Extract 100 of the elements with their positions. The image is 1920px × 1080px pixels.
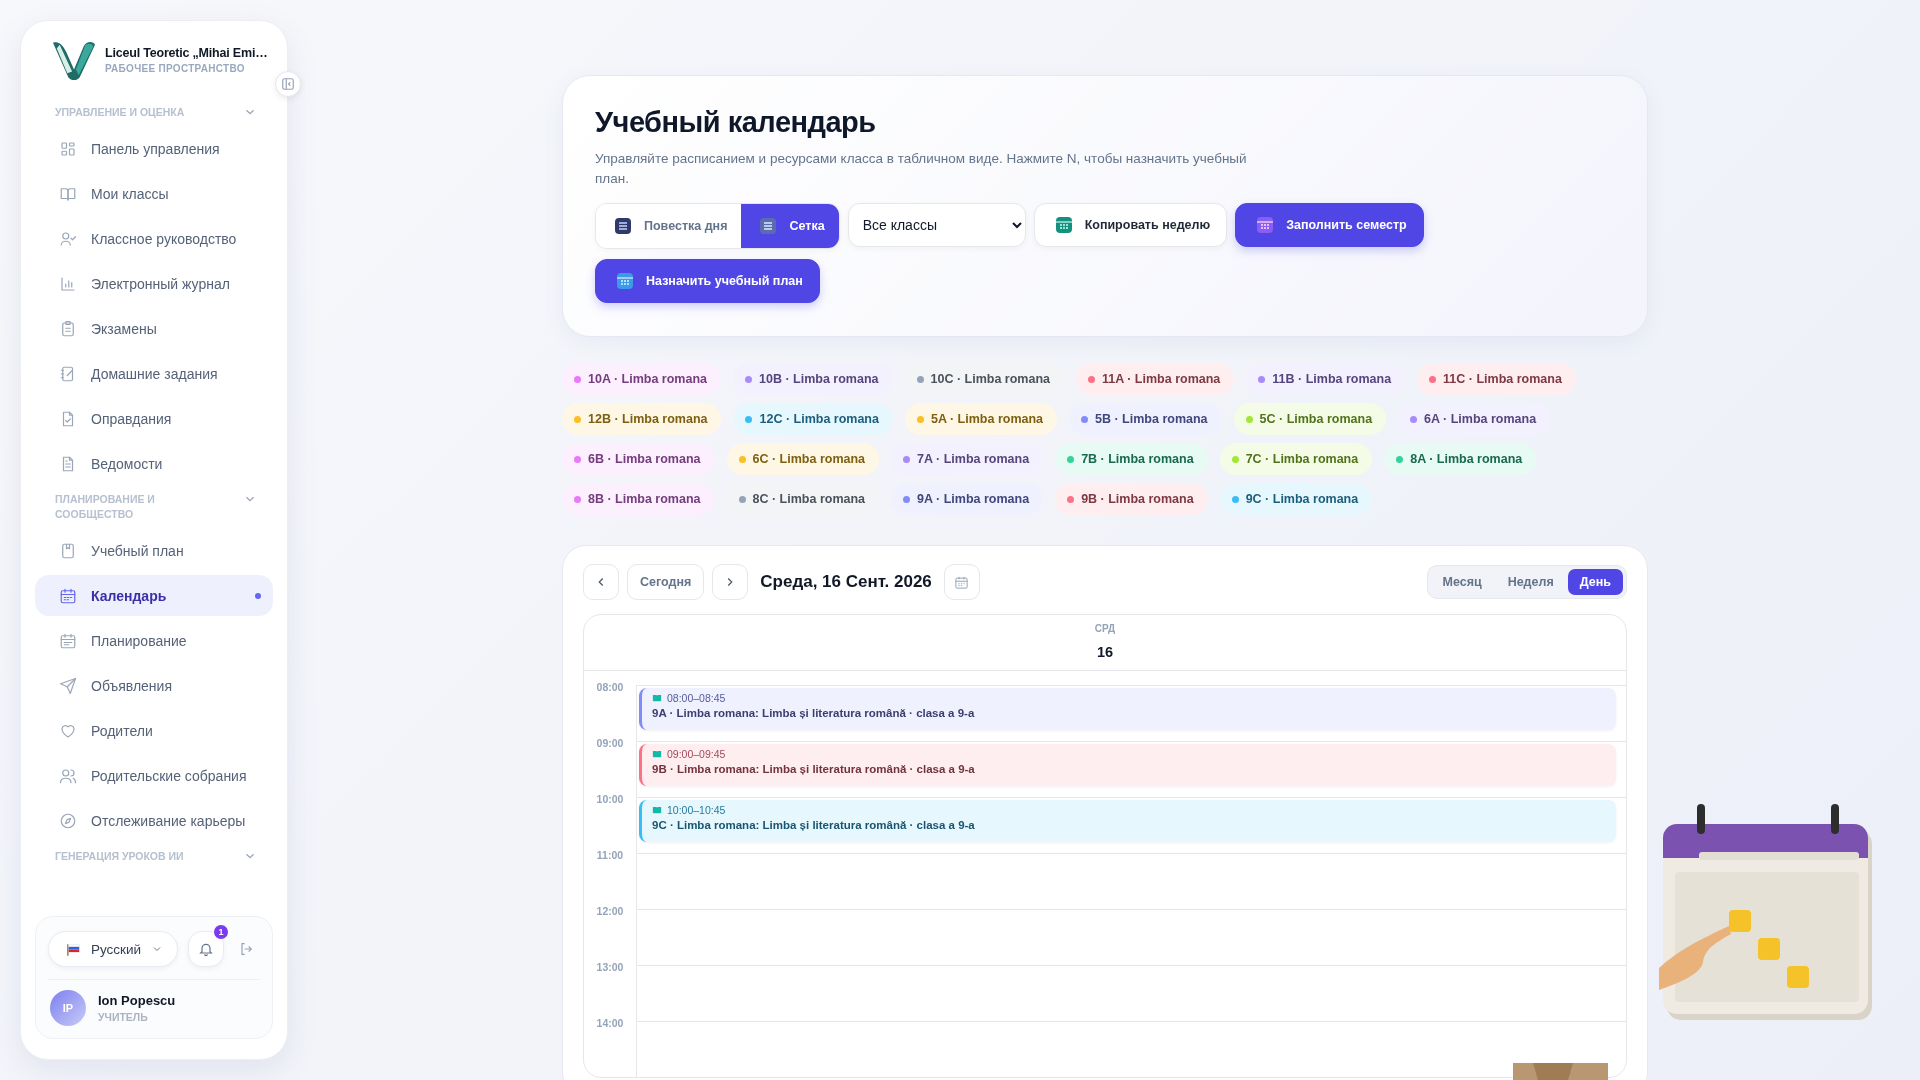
toolbar-button[interactable]: Копировать неделю (1033, 203, 1228, 247)
weekday-label: СРД (1094, 623, 1116, 634)
class-tag[interactable]: 6B · Limba romana (562, 443, 715, 475)
calendar-icon (1054, 216, 1073, 234)
view-tab[interactable]: День (1567, 569, 1623, 595)
class-tag[interactable]: 11B · Limba romana (1246, 363, 1406, 395)
section-heading: ПЛАНИРОВАНИЕ И СООБЩЕСТВО (55, 492, 156, 522)
time-slot[interactable]: 10:00–10:45 9C · Limba romana: Limba și literatura română · clasa a 9-a (636, 797, 1626, 853)
hour-label: 12:00 (595, 905, 625, 919)
time-slot[interactable]: 08:00–08:45 9A · Limba romana: Limba și literatura română · clasa a 9-a (636, 685, 1626, 741)
class-select[interactable]: Все классы (847, 203, 1026, 247)
class-tag[interactable]: 11C · Limba romana (1417, 363, 1576, 395)
section-heading: ГЕНЕРАЦИЯ УРОКОВ ИИ (55, 849, 185, 864)
language-select[interactable]: Русский (48, 931, 179, 967)
class-tag[interactable]: 6A · Limba romana (1398, 403, 1551, 435)
nav-item[interactable]: Отслеживание карьеры (35, 800, 273, 841)
class-tag[interactable]: 10A · Limba romana (562, 363, 721, 395)
nav-item[interactable]: Домашние задания (35, 353, 273, 394)
class-tag[interactable]: 12B · Limba romana (562, 403, 722, 435)
lesson-event[interactable]: 09:00–09:45 9B · Limba romana: Limba și literatura română · clasa a 9-a (639, 744, 1616, 786)
notification-badge: 1 (214, 925, 229, 939)
hour-label: 14:00 (595, 1017, 625, 1031)
class-tag[interactable]: 6C · Limba romana (726, 443, 880, 475)
calendar-icon (59, 631, 77, 650)
today-button[interactable]: Сегодня (627, 564, 705, 600)
nav-item[interactable]: Календарь (35, 575, 273, 616)
nav-item[interactable]: Мои классы (35, 173, 273, 214)
next-button[interactable] (712, 564, 749, 600)
user-avatar: IP (50, 990, 86, 1026)
class-tag[interactable]: 9A · Limba romana (891, 483, 1044, 515)
nav-item[interactable]: Ведомости (35, 443, 273, 484)
view-tab[interactable]: Месяц (1430, 569, 1494, 595)
nav-item[interactable]: Родительские собрания (35, 755, 273, 796)
class-tag[interactable]: 7A · Limba romana (891, 443, 1044, 475)
view-tab[interactable]: Неделя (1495, 569, 1566, 595)
nav-item[interactable]: Планирование (35, 620, 273, 661)
book-icon (652, 749, 662, 759)
nav-item[interactable]: Объявления (35, 665, 273, 706)
nav-item[interactable]: Классное руководство (35, 218, 273, 259)
class-tag[interactable]: 8B · Limba romana (562, 483, 715, 515)
lesson-event[interactable]: 10:00–10:45 9C · Limba romana: Limba și literatura română · clasa a 9-a (639, 800, 1616, 842)
page-description: Управляйте расписанием и ресурсами класса в табличном виде. Нажмите N, чтобы назначить учебный план. (595, 150, 1248, 188)
clipboard-icon (59, 319, 77, 338)
class-tag[interactable]: 7B · Limba romana (1055, 443, 1208, 475)
user-name: Ion Popescu (98, 993, 176, 1008)
class-tag[interactable]: 8A · Limba romana (1384, 443, 1537, 475)
class-tag[interactable]: 5A · Limba romana (904, 403, 1058, 435)
event-title: 9A · Limba romana: Limba și literatura română · clasa a 9-a (652, 707, 976, 719)
previous-button[interactable] (583, 564, 619, 600)
calendar-icon (1256, 216, 1275, 234)
hour-label: 11:00 (595, 849, 625, 863)
flag-icon (67, 942, 81, 956)
collapse-icon (281, 77, 295, 91)
date-picker-button[interactable] (943, 564, 980, 600)
grid-icon (759, 217, 778, 235)
time-slot[interactable]: 09:00–09:45 9B · Limba romana: Limba și literatura română · clasa a 9-a (636, 741, 1626, 797)
nav-item[interactable]: Учебный план (35, 530, 273, 571)
section-heading: УПРАВЛЕНИЕ И ОЦЕНКА (55, 105, 186, 120)
nav-item[interactable]: Экзамены (35, 308, 273, 349)
class-tag[interactable]: 10B · Limba romana (733, 363, 893, 395)
calendar-icon (954, 574, 970, 590)
nav-item[interactable]: Панель управления (35, 128, 273, 169)
book-icon (59, 541, 77, 560)
user-role: УЧИТЕЛЬ (98, 1011, 149, 1023)
class-tag[interactable]: 9C · Limba romana (1219, 483, 1373, 515)
hour-label: 10:00 (595, 793, 625, 807)
nav-item[interactable]: Электронный журнал (35, 263, 273, 304)
class-tag[interactable]: 11A · Limba romana (1076, 363, 1235, 395)
book-icon (652, 805, 662, 815)
nav-item[interactable]: Родители (35, 710, 273, 751)
class-tag[interactable]: 12C · Limba romana (733, 403, 893, 435)
class-tag[interactable]: 9B · Limba romana (1055, 483, 1208, 515)
compass-icon (59, 811, 77, 830)
event-time: 10:00–10:45 (667, 804, 726, 816)
event-time: 08:00–08:45 (667, 692, 726, 704)
school-name: Liceul Teoretic „Mihai Emi… (105, 46, 268, 60)
view-tab[interactable]: Повестка дня (596, 204, 742, 248)
class-tag[interactable]: 8C · Limba romana (726, 483, 880, 515)
class-tag[interactable]: 10C · Limba romana (904, 363, 1064, 395)
nav-item[interactable]: Оправдания (35, 398, 273, 439)
logout-icon[interactable] (238, 941, 255, 957)
users-icon (59, 766, 77, 785)
lesson-event[interactable]: 08:00–08:45 9A · Limba romana: Limba și literatura română · clasa a 9-a (639, 688, 1616, 730)
workspace-label: РАБОЧЕЕ ПРОСТРАНСТВО (105, 63, 246, 74)
toolbar-button[interactable]: Назначить учебный план (595, 259, 820, 303)
notifications-button[interactable] (188, 931, 225, 967)
send-icon (59, 676, 77, 695)
view-tab[interactable]: Сетка (741, 204, 839, 248)
active-dot (255, 592, 261, 599)
event-time: 09:00–09:45 (667, 748, 726, 760)
class-tag[interactable]: 7C · Limba romana (1219, 443, 1373, 475)
grid-icon (59, 139, 77, 158)
collapse-sidebar-button[interactable] (275, 71, 301, 97)
toolbar-button[interactable]: Заполнить семестр (1235, 203, 1424, 247)
calendar-icon (616, 272, 634, 290)
book-icon (652, 693, 662, 703)
class-tag[interactable]: 5B · Limba romana (1069, 403, 1222, 435)
user-check-icon (59, 229, 77, 248)
event-title: 9C · Limba romana: Limba și literatura română · clasa a 9-a (652, 819, 976, 831)
class-tag[interactable]: 5C · Limba romana (1233, 403, 1387, 435)
